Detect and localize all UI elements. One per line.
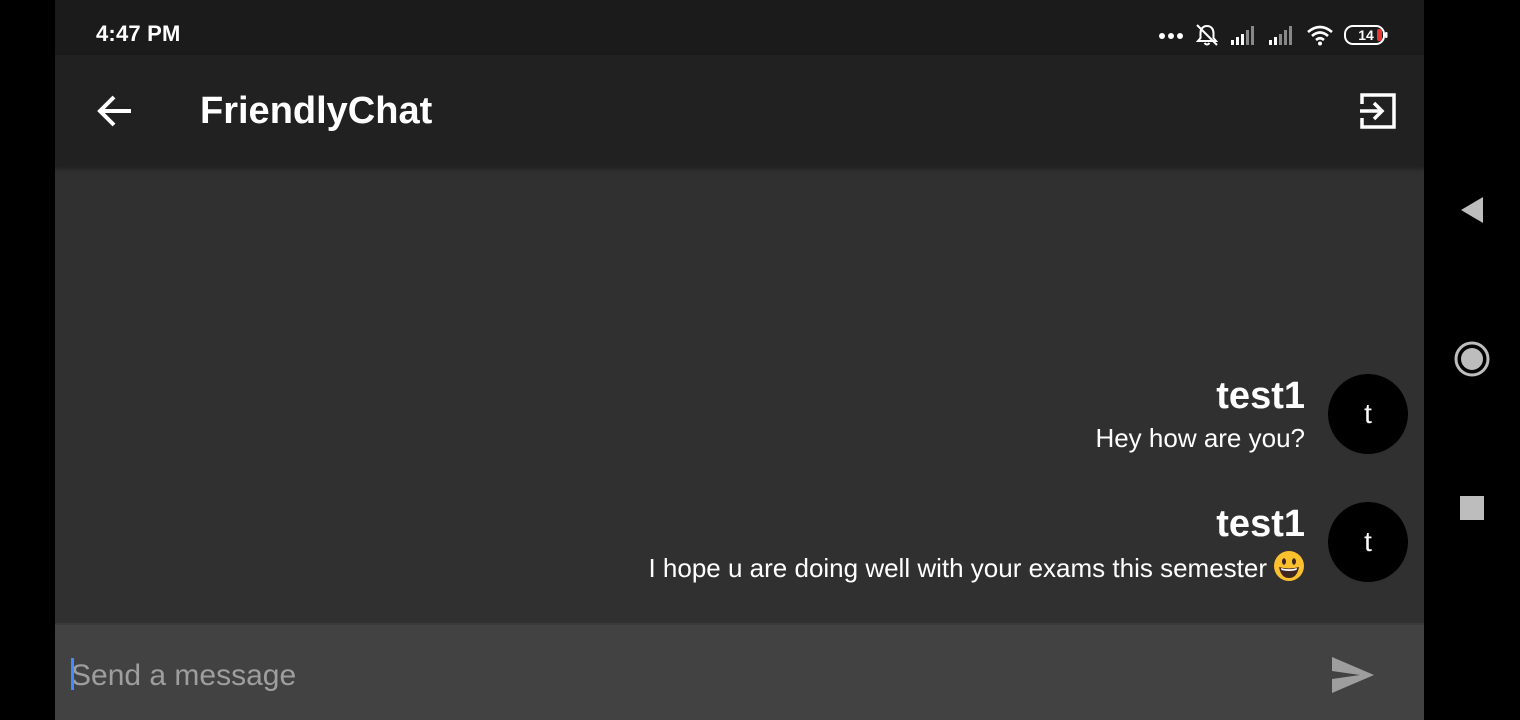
battery-icon: 14 xyxy=(1344,25,1388,45)
arrow-back-icon xyxy=(97,95,131,127)
home-circle-icon xyxy=(1454,341,1490,377)
send-button[interactable] xyxy=(1325,649,1381,701)
text-cursor xyxy=(71,658,74,690)
message-body: I hope u are doing well with your exams … xyxy=(648,550,1305,589)
message-input[interactable] xyxy=(69,647,1303,705)
exit-to-app-icon xyxy=(1360,93,1396,129)
more-dots-icon xyxy=(1159,33,1183,39)
message-sender: test1 xyxy=(1216,375,1305,417)
message-content: test1 Hey how are you? xyxy=(1095,374,1305,454)
message-item: test1 I hope u are doing well with your … xyxy=(108,502,1408,584)
message-composer xyxy=(55,623,1424,720)
alarm-off-icon xyxy=(1195,24,1219,46)
device-screen: 4:47 PM 14 FriendlyChat test1 Hey how ar… xyxy=(0,0,1520,720)
back-triangle-icon xyxy=(1461,197,1483,223)
nav-recents-button[interactable] xyxy=(1448,484,1496,532)
nav-home-button[interactable] xyxy=(1448,335,1496,383)
friendlychat-app: 4:47 PM 14 FriendlyChat test1 Hey how ar… xyxy=(55,0,1424,720)
signal-icon xyxy=(1231,26,1254,45)
grinning-face-emoji xyxy=(1273,550,1305,589)
system-nav-bar xyxy=(1424,0,1520,720)
recents-square-icon xyxy=(1460,496,1484,520)
app-bar: FriendlyChat xyxy=(55,55,1424,167)
message-text: I hope u are doing well with your exams … xyxy=(648,553,1267,583)
logout-button[interactable] xyxy=(1354,87,1402,135)
message-text: Hey how are you? xyxy=(1095,423,1305,453)
message-item: test1 Hey how are you? t xyxy=(108,374,1408,456)
message-list[interactable]: test1 Hey how are you? t test1 I hope u … xyxy=(55,167,1424,623)
signal-icon xyxy=(1269,26,1292,45)
status-time: 4:47 PM xyxy=(96,21,181,46)
message-sender: test1 xyxy=(1216,503,1305,545)
app-title: FriendlyChat xyxy=(200,90,433,132)
status-icons: 14 xyxy=(1158,22,1388,48)
message-content: test1 I hope u are doing well with your … xyxy=(648,502,1305,589)
avatar: t xyxy=(1328,374,1408,454)
nav-back-button[interactable] xyxy=(1448,186,1496,234)
send-icon xyxy=(1332,657,1374,693)
wifi-icon xyxy=(1307,25,1333,46)
avatar: t xyxy=(1328,502,1408,582)
battery-level: 14 xyxy=(1358,27,1374,43)
back-button[interactable] xyxy=(91,87,139,135)
status-bar: 4:47 PM 14 xyxy=(55,0,1424,55)
